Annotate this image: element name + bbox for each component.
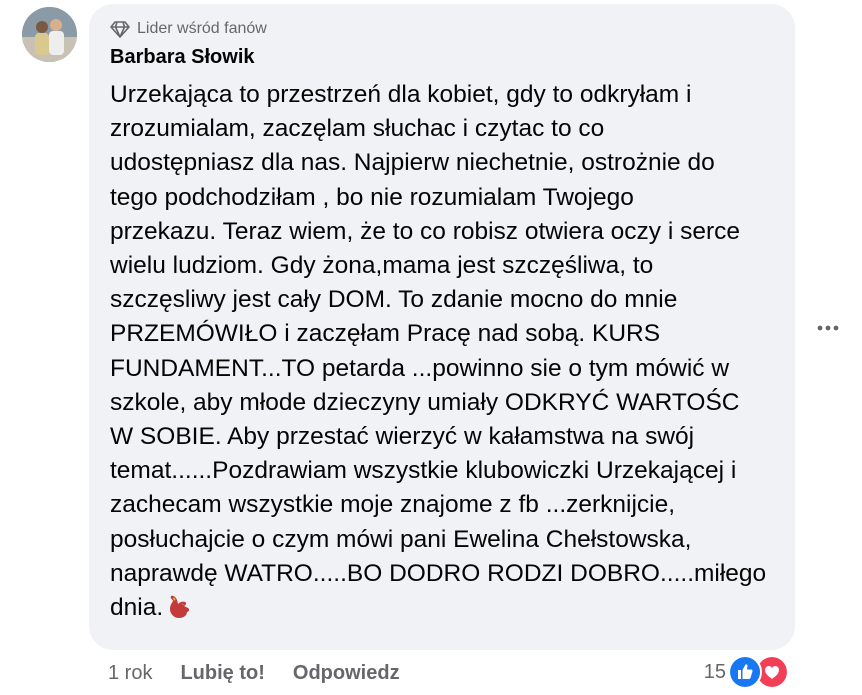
comment-timestamp[interactable]: 1 rok bbox=[108, 662, 152, 685]
diamond-icon bbox=[110, 21, 130, 38]
avatar[interactable] bbox=[22, 7, 77, 62]
top-fan-badge[interactable]: Lider wśród fanów bbox=[110, 16, 267, 42]
reaction-count: 15 bbox=[703, 660, 726, 683]
comment-text: Urzekająca to przestrzeń dla kobiet, gdy… bbox=[110, 78, 790, 625]
like-reaction-icon bbox=[728, 655, 762, 689]
comment-body: Urzekająca to przestrzeń dla kobiet, gdy… bbox=[110, 81, 767, 622]
like-button[interactable]: Lubię to! bbox=[180, 662, 264, 685]
reply-button[interactable]: Odpowiedz bbox=[293, 662, 400, 685]
more-options-icon[interactable] bbox=[814, 314, 842, 342]
comment-actions: 1 rok Lubię to! Odpowiedz bbox=[108, 660, 400, 686]
reactions-summary[interactable]: 15 bbox=[703, 655, 789, 689]
comment-author[interactable]: Barbara Słowik bbox=[110, 46, 255, 69]
heart-hands-emoji bbox=[165, 592, 193, 620]
avatar-photo bbox=[22, 7, 77, 62]
badge-label: Lider wśród fanów bbox=[137, 20, 267, 37]
